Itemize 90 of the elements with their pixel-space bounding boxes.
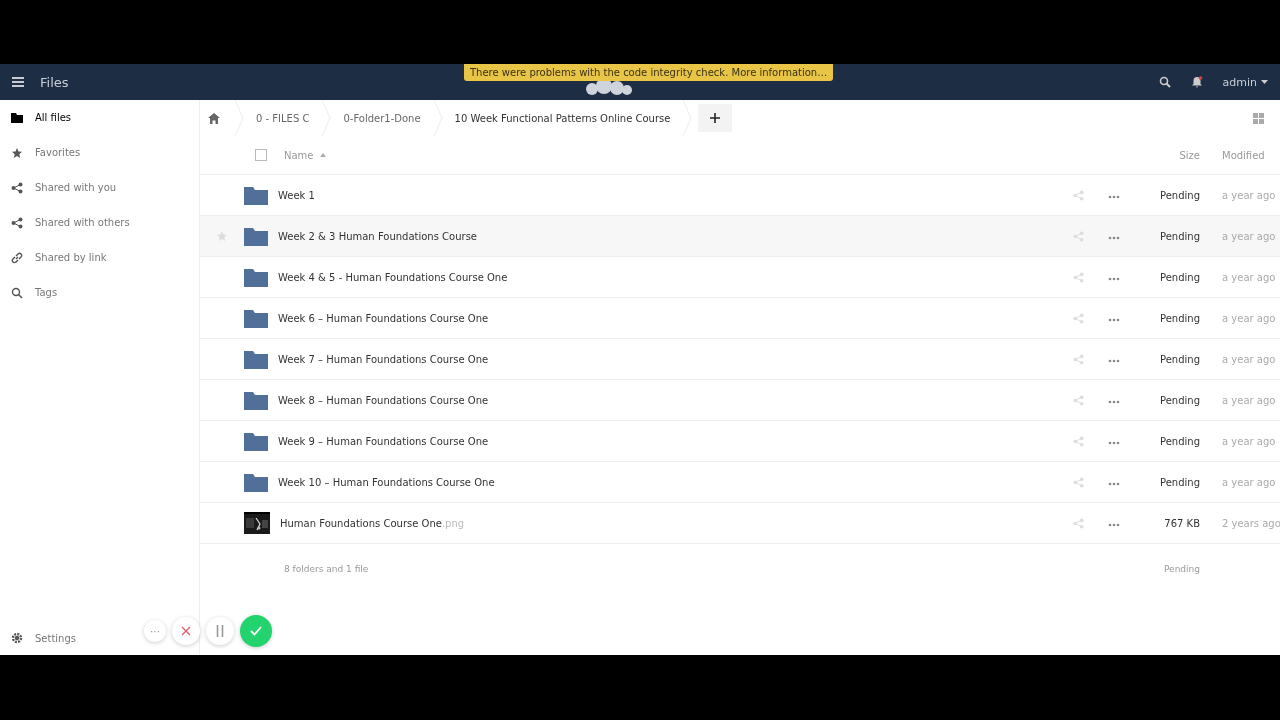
modified-date: a year ago [1221,230,1277,242]
close-button[interactable] [172,617,200,645]
sidebar-item[interactable]: Shared with others [35,217,130,228]
notification-bell-icon[interactable] [1190,76,1203,88]
ellipsis-icon [1108,277,1120,281]
ellipsis-icon [1108,441,1120,445]
file-size: Pending [1159,476,1200,488]
file-size: 767 KB [1163,517,1200,529]
ellipsis-icon [1108,236,1120,240]
modified-date: a year ago [1221,476,1277,488]
select-all-checkbox[interactable] [255,149,267,161]
folder-icon [244,390,268,410]
close-icon [181,626,191,636]
cloud-logo-icon [584,78,634,96]
folder-icon [11,112,23,123]
check-icon [250,626,262,636]
breadcrumb-separator-icon [682,100,693,136]
modified-date: a year ago [1221,353,1277,365]
modified-date: a year ago [1221,312,1277,324]
file-name[interactable]: Week 6 – Human Foundations Course One [278,312,489,324]
star-icon[interactable] [216,230,228,242]
folder-icon [244,226,268,246]
modified-date: 2 years ago [1221,517,1280,529]
ellipsis-icon [1108,318,1120,322]
sidebar-item[interactable]: Shared with you [35,182,117,193]
confirm-button[interactable] [240,615,272,647]
breadcrumb-link[interactable]: 10 Week Functional Patterns Online Course [442,112,683,124]
folder-icon [244,349,268,369]
sidebar-item[interactable]: Shared by link [35,252,107,263]
app-title: Files [40,74,69,90]
share-icon [11,181,23,194]
settings-icon[interactable] [11,632,23,644]
file-row[interactable]: Week 2 & 3 Human Foundations Course Pending a year ago [200,216,1280,257]
folder-icon [244,472,268,492]
pause-button[interactable] [206,617,234,645]
folder-icon [244,267,268,287]
ellipsis-icon [1108,482,1120,486]
file-name[interactable]: Week 2 & 3 Human Foundations Course [278,230,477,242]
ellipsis-icon [1108,359,1120,363]
file-size: Pending [1159,353,1200,365]
ellipsis-icon [1108,195,1120,199]
file-name[interactable]: Week 10 – Human Foundations Course One [278,476,495,488]
breadcrumb-separator-icon [234,100,244,136]
search-icon[interactable] [1158,76,1171,88]
search-icon [11,286,23,299]
file-name[interactable]: Week 1 [278,189,315,201]
file-size: Pending [1159,312,1200,324]
ellipsis-icon [1108,400,1120,404]
menu-icon[interactable] [12,77,24,87]
sidebar-item[interactable]: All files [35,112,71,123]
plus-icon [710,113,721,123]
folder-icon [244,431,268,451]
file-size: Pending [1159,271,1200,283]
sidebar-item[interactable]: Favorites [35,147,81,158]
modified-date: a year ago [1221,394,1277,406]
more-button[interactable]: ··· [144,620,166,642]
sidebar-item[interactable]: Tags [35,287,58,298]
star-icon [11,146,23,159]
home-icon[interactable] [208,112,220,124]
file-size: Pending [1159,435,1200,447]
new-button[interactable] [698,104,733,132]
grid-view-icon[interactable] [1253,112,1264,124]
modified-date: a year ago [1221,189,1277,201]
modified-date: a year ago [1221,435,1277,447]
file-name[interactable]: Week 7 – Human Foundations Course One [278,353,489,365]
breadcrumb-link[interactable]: 0-Folder1-Done [331,112,433,124]
file-size: Pending [1159,394,1200,406]
share-icon [11,216,23,229]
settings-link[interactable]: Settings [35,632,76,644]
file-size: Pending [1159,230,1200,242]
summary-count: 8 folders and 1 file [284,564,369,574]
file-name[interactable]: Week 8 – Human Foundations Course One [278,394,489,406]
folder-icon [244,185,268,205]
file-name[interactable]: Week 4 & 5 - Human Foundations Course One [278,271,508,283]
file-size: Pending [1159,189,1200,201]
file-name[interactable]: Week 9 – Human Foundations Course One [278,435,489,447]
breadcrumb-separator-icon [432,100,443,136]
sort-ascending-icon [319,153,326,157]
breadcrumb-separator-icon [321,100,332,136]
summary-size: Pending [1163,564,1200,574]
user-menu[interactable]: admin [1222,75,1268,89]
caret-icon [1261,80,1268,84]
file-name[interactable]: Human Foundations Course One.png [280,517,465,529]
modified-date: a year ago [1221,271,1277,283]
link-icon [11,251,23,264]
integrity-notice[interactable]: There were problems with the code integrity check. More information… [464,64,834,81]
folder-icon [244,308,268,328]
breadcrumb-link[interactable]: 0 - FILES C [244,112,322,124]
pause-icon [216,625,224,637]
ellipsis-icon [1108,523,1120,527]
